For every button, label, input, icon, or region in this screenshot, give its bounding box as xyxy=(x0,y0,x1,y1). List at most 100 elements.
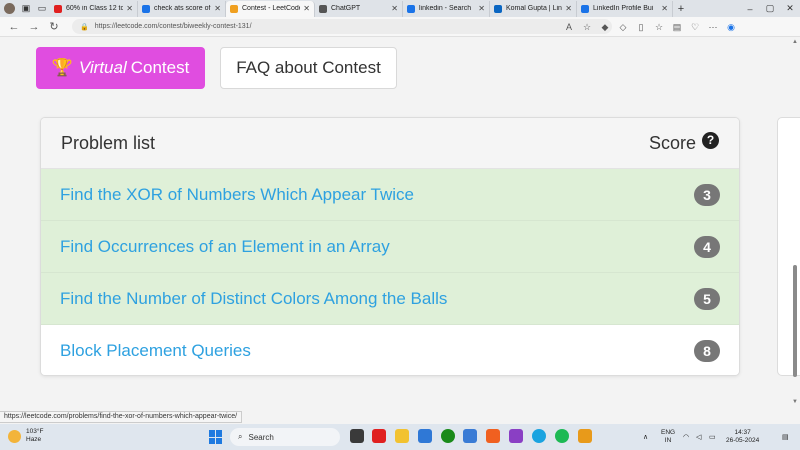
browser-tab[interactable]: Contest - LeetCode ✕ xyxy=(226,0,315,17)
score-badge: 5 xyxy=(694,287,720,310)
tab-close-icon[interactable]: ✕ xyxy=(478,4,485,13)
maximize-icon[interactable]: ▢ xyxy=(760,3,780,14)
tab-close-icon[interactable]: ✕ xyxy=(565,4,572,13)
profile-avatar[interactable] xyxy=(4,3,15,14)
task-view-icon[interactable] xyxy=(350,429,364,443)
search-icon: ⌕ xyxy=(238,432,243,441)
address-bar[interactable]: 🔒 https://leetcode.com/contest/biweekly-… xyxy=(72,19,612,34)
tab-close-icon[interactable]: ✕ xyxy=(391,4,398,13)
volume-icon[interactable]: ◁ xyxy=(696,424,701,450)
microsoft-store-icon[interactable] xyxy=(418,429,432,443)
favorite-star-icon[interactable]: ☆ xyxy=(578,22,596,33)
favorites-icon[interactable]: ☆ xyxy=(650,22,668,33)
lock-icon: 🔒 xyxy=(80,23,89,31)
page-content: 🏆 Virtual Contest FAQ about Contest Prob… xyxy=(0,37,800,411)
browser-tab[interactable]: LinkedIn Profile Bui ✕ xyxy=(577,0,673,17)
tab-title: 60% in Class 12 to xyxy=(66,5,124,12)
language-indicator[interactable]: ENG IN xyxy=(661,429,675,445)
app-icon[interactable] xyxy=(509,429,523,443)
notifications-icon[interactable]: ▤ xyxy=(782,424,789,450)
tab-title: ChatGPT xyxy=(331,5,361,12)
status-bar-url: https://leetcode.com/problems/find-the-x… xyxy=(0,411,243,423)
tab-title: Contest - LeetCode xyxy=(242,5,301,12)
windows-start-icon[interactable] xyxy=(209,430,223,444)
read-aloud-icon[interactable]: A xyxy=(560,22,578,32)
new-tab-button[interactable]: + xyxy=(673,3,689,15)
problem-link[interactable]: Find the XOR of Numbers Which Appear Twi… xyxy=(60,185,414,205)
app-icon[interactable] xyxy=(463,429,477,443)
tab-favicon-icon xyxy=(581,4,589,13)
close-window-icon[interactable]: ✕ xyxy=(780,3,800,14)
app-icon[interactable] xyxy=(486,429,500,443)
score-header: Score ? xyxy=(649,131,719,154)
help-icon[interactable]: ? xyxy=(702,131,719,149)
problem-link[interactable]: Find Occurrences of an Element in an Arr… xyxy=(60,237,390,257)
problem-list-title: Problem list xyxy=(61,132,156,153)
score-badge: 3 xyxy=(694,183,720,206)
copilot-icon[interactable]: ◉ xyxy=(722,22,740,33)
browser-tab[interactable]: 60% in Class 12 to ✕ xyxy=(50,0,138,17)
tab-close-icon[interactable]: ✕ xyxy=(303,4,310,13)
tab-close-icon[interactable]: ✕ xyxy=(661,4,668,13)
extension-icon[interactable]: ◆ xyxy=(596,22,614,33)
extension-icon[interactable]: ◇ xyxy=(614,22,632,33)
scroll-up-icon[interactable]: ▲ xyxy=(792,39,798,45)
file-explorer-icon[interactable] xyxy=(395,429,409,443)
menu-dots-icon[interactable]: ⋯ xyxy=(704,22,722,33)
address-url: https://leetcode.com/contest/biweekly-co… xyxy=(94,23,252,30)
youtube-icon[interactable] xyxy=(372,429,386,443)
forward-icon[interactable]: → xyxy=(24,21,44,33)
browser-tab-strip: ▣ ▭ 60% in Class 12 to ✕ check ats score o… xyxy=(0,0,800,17)
battery-icon[interactable]: ▭ xyxy=(709,424,716,450)
wifi-icon[interactable]: ◠ xyxy=(683,424,689,450)
faq-button[interactable]: FAQ about Contest xyxy=(220,47,397,89)
lang-code: ENG xyxy=(661,429,676,436)
tab-close-icon[interactable]: ✕ xyxy=(126,4,133,13)
problem-row: Find the Number of Distinct Colors Among… xyxy=(41,273,739,325)
xbox-icon[interactable] xyxy=(441,429,455,443)
virtual-label: Virtual xyxy=(78,58,127,77)
system-clock[interactable]: 14:37 26-05-2024 xyxy=(726,429,759,445)
tab-actions-icon[interactable]: ▭ xyxy=(34,1,50,17)
browser-tab[interactable]: linkedin - Search ✕ xyxy=(403,0,490,17)
tab-favicon-icon xyxy=(407,4,415,13)
clock-time: 14:37 xyxy=(734,429,751,436)
taskbar-search[interactable]: ⌕ Search xyxy=(230,428,340,446)
problem-row: Find Occurrences of an Element in an Arr… xyxy=(41,221,739,273)
tab-favicon-icon xyxy=(319,4,327,13)
browser-tab[interactable]: check ats score of r ✕ xyxy=(138,0,226,17)
minimize-icon[interactable]: – xyxy=(740,4,760,14)
workspaces-icon[interactable]: ▣ xyxy=(18,1,34,17)
tab-title: linkedin - Search xyxy=(419,5,472,12)
collections-icon[interactable]: ▤ xyxy=(668,22,686,33)
problem-list-panel: Problem list Score ? Find the XOR of Num… xyxy=(40,117,740,376)
browser-essentials-icon[interactable]: ♡ xyxy=(686,22,704,33)
reload-icon[interactable]: ↻ xyxy=(44,20,64,33)
tab-title: Komal Gupta | Linke xyxy=(506,5,562,12)
window-controls: – ▢ ✕ xyxy=(740,0,800,17)
app-icon[interactable] xyxy=(578,429,592,443)
weather-widget[interactable]: 103°F Haze xyxy=(8,428,43,444)
toolbar-icons: A ☆ ◆ ◇ ▯ ☆ ▤ ♡ ⋯ ◉ xyxy=(560,17,740,37)
weather-temp: 103°F xyxy=(26,428,44,435)
problem-link[interactable]: Block Placement Queries xyxy=(60,341,251,361)
lang-region: IN xyxy=(664,437,672,444)
tab-close-icon[interactable]: ✕ xyxy=(214,4,221,13)
tab-title: LinkedIn Profile Bui xyxy=(593,5,654,12)
spotify-icon[interactable] xyxy=(555,429,569,443)
back-icon[interactable]: ← xyxy=(4,21,24,33)
scrollbar-thumb[interactable] xyxy=(793,265,797,377)
virtual-contest-button[interactable]: 🏆 Virtual Contest xyxy=(36,47,205,89)
taskbar: 103°F Haze ⌕ Search ∧ ENG IN ◠ ◁ ▭ 14:37… xyxy=(0,424,800,450)
problem-link[interactable]: Find the Number of Distinct Colors Among… xyxy=(60,289,447,309)
tab-favicon-icon xyxy=(142,4,150,13)
split-screen-icon[interactable]: ▯ xyxy=(632,22,650,33)
browser-tab[interactable]: ChatGPT ✕ xyxy=(315,0,403,17)
tray-chevron-icon[interactable]: ∧ xyxy=(643,424,648,450)
score-badge: 4 xyxy=(694,235,720,258)
weather-sun-icon xyxy=(8,429,21,443)
scroll-down-icon[interactable]: ▼ xyxy=(792,399,798,405)
edge-icon[interactable] xyxy=(532,429,546,443)
browser-tab[interactable]: Komal Gupta | Linke✕ xyxy=(490,0,577,17)
page-scrollbar[interactable]: ▲ ▼ xyxy=(791,37,800,411)
